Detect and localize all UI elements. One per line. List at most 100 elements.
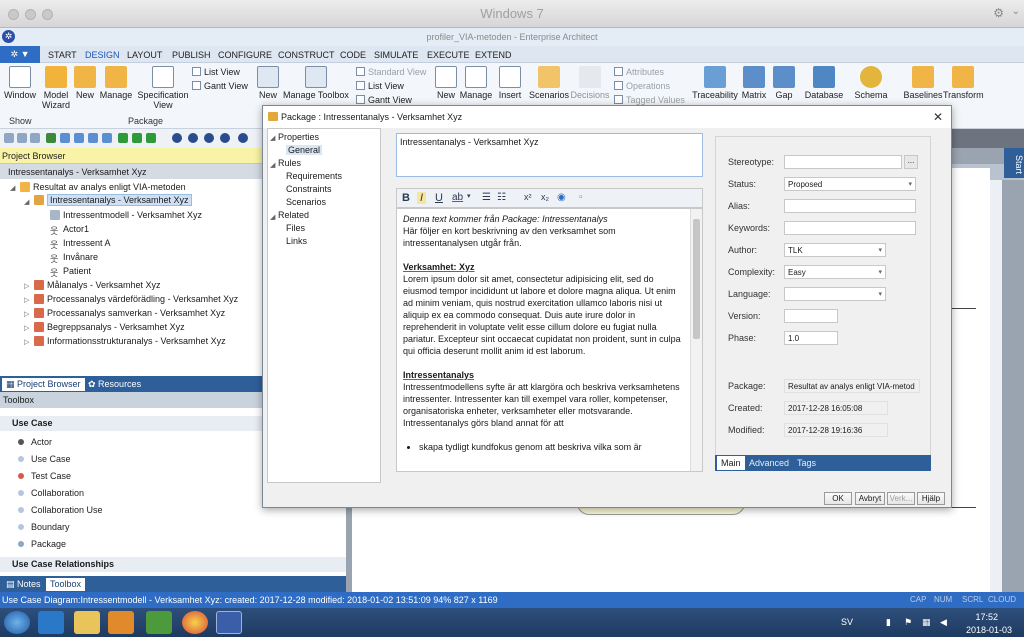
database-button[interactable]: Database xyxy=(804,66,844,100)
tab-publish[interactable]: PUBLISH xyxy=(172,50,211,60)
tab-configure[interactable]: CONFIGURE xyxy=(218,50,272,60)
tree-item-begreppsanalys[interactable]: Begreppsanalys - Verksamhet Xyz xyxy=(34,322,185,332)
network-icon[interactable]: ▦ xyxy=(922,617,931,628)
superscript-button[interactable]: x² xyxy=(524,192,532,202)
clock-date[interactable]: 2018-01-03 xyxy=(966,625,1012,635)
gantt-view-button[interactable]: Gantt View xyxy=(192,81,248,91)
tb-icon-5[interactable] xyxy=(60,133,70,143)
standard-view-button[interactable]: Standard View xyxy=(356,67,426,77)
chrome-icon[interactable] xyxy=(182,611,208,634)
diagram-gantt-view-button[interactable]: Gantt View xyxy=(356,95,412,105)
app-menu-button[interactable]: ✲ ▼ xyxy=(0,46,40,63)
decisions-button[interactable]: Decisions xyxy=(569,66,611,100)
tree-item-actor1[interactable]: 웃 Actor1 xyxy=(50,224,89,236)
manage-element-button[interactable]: Manage xyxy=(458,66,494,100)
collapse-icon[interactable]: ▷ xyxy=(24,282,29,290)
keywords-field[interactable] xyxy=(784,221,916,235)
tab-notes[interactable]: ▤ Notes xyxy=(2,578,45,591)
scenarios-button[interactable]: Scenarios xyxy=(529,66,569,100)
arrow-up-icon[interactable] xyxy=(146,133,156,143)
explorer-icon[interactable] xyxy=(74,611,100,634)
tagged-values-button[interactable]: Tagged Values xyxy=(614,95,685,105)
document-icon[interactable]: ▫ xyxy=(579,192,583,203)
diagram-list-view-button[interactable]: List View xyxy=(356,81,404,91)
start-orb-icon[interactable] xyxy=(4,611,30,634)
text-color-button[interactable]: ab xyxy=(452,192,463,203)
complexity-select[interactable]: Easy ▾ xyxy=(784,265,886,279)
new-diagram-button[interactable]: New xyxy=(256,66,280,100)
attributes-button[interactable]: Attributes xyxy=(614,67,664,77)
nav-properties[interactable]: Properties xyxy=(278,132,319,142)
collapse-icon[interactable]: ▷ xyxy=(24,324,29,332)
apply-button[interactable]: Verk... xyxy=(887,492,915,505)
bullet-list-button[interactable]: ☰ xyxy=(482,192,491,203)
toolbox-item-collaboration[interactable]: Collaboration xyxy=(18,488,84,498)
tb-icon-3[interactable] xyxy=(30,133,40,143)
gear-icon[interactable]: ⚙ xyxy=(993,6,1004,20)
tree-item-resultat[interactable]: Resultat av analys enligt VIA-metoden xyxy=(20,182,186,192)
collapse-icon[interactable]: ▷ xyxy=(24,338,29,346)
zoom-fit-icon[interactable] xyxy=(204,133,214,143)
tb-icon-2[interactable] xyxy=(17,133,27,143)
close-icon[interactable]: ✕ xyxy=(933,110,943,124)
window-button[interactable]: Window xyxy=(3,66,37,100)
tab-design[interactable]: DESIGN xyxy=(85,50,120,60)
language-indicator[interactable]: SV xyxy=(841,617,853,627)
new-element-button[interactable]: New xyxy=(434,66,458,100)
arrow-left-icon[interactable] xyxy=(118,133,128,143)
gap-button[interactable]: Gap xyxy=(771,66,797,100)
tab-toolbox[interactable]: Toolbox xyxy=(46,578,86,591)
hyperlink-icon[interactable]: ◉ xyxy=(557,192,566,203)
expand-icon[interactable]: ◢ xyxy=(270,161,275,169)
zoom-100-icon[interactable] xyxy=(220,133,230,143)
toolbox-item-collaboration-use[interactable]: Collaboration Use xyxy=(18,505,103,515)
nav-requirements[interactable]: Requirements xyxy=(286,171,342,181)
list-view-button[interactable]: List View xyxy=(192,67,240,77)
manage-package-button[interactable]: Manage xyxy=(99,66,133,100)
schema-button[interactable]: Schema xyxy=(853,66,889,100)
matrix-button[interactable]: Matrix xyxy=(739,66,769,100)
app-icon-green[interactable] xyxy=(146,611,172,634)
collapse-icon[interactable]: ▷ xyxy=(24,296,29,304)
toolbox-item-package[interactable]: Package xyxy=(18,539,66,549)
new-package-button[interactable]: New xyxy=(73,66,97,100)
expand-icon[interactable]: ◢ xyxy=(270,134,275,142)
tab-resources[interactable]: ✿ Resources xyxy=(84,378,145,391)
phase-field[interactable]: 1.0 xyxy=(784,331,838,345)
author-select[interactable]: TLK ▾ xyxy=(784,243,886,257)
help-button[interactable]: Hjälp xyxy=(917,492,945,505)
chevron-down-icon[interactable]: ▾ xyxy=(467,192,471,200)
tree-item-processanalys-vardeforadling[interactable]: Processanalys värdeförädling - Verksamhe… xyxy=(34,294,238,304)
tb-icon-7[interactable] xyxy=(88,133,98,143)
tree-item-intressent-a[interactable]: 웃 Intressent A xyxy=(50,238,111,250)
nav-related[interactable]: Related xyxy=(278,210,309,220)
operations-button[interactable]: Operations xyxy=(614,81,670,91)
media-player-icon[interactable] xyxy=(108,611,134,634)
tab-code[interactable]: CODE xyxy=(340,50,366,60)
expand-icon[interactable]: ◢ xyxy=(10,184,15,192)
transform-button[interactable]: Transform xyxy=(943,66,984,100)
baselines-button[interactable]: Baselines xyxy=(903,66,943,100)
flag-icon[interactable]: ⚑ xyxy=(904,617,912,628)
clock-time[interactable]: 17:52 xyxy=(975,612,998,622)
model-wizard-button[interactable]: Model Wizard xyxy=(40,66,72,110)
status-select[interactable]: Proposed ▾ xyxy=(784,177,916,191)
ok-button[interactable]: OK xyxy=(824,492,852,505)
notes-editor[interactable]: Denna text kommer från Package: Intresse… xyxy=(396,208,703,472)
search-icon[interactable] xyxy=(238,133,248,143)
toolbox-item-test-case[interactable]: Test Case xyxy=(18,471,71,481)
nav-constraints[interactable]: Constraints xyxy=(286,184,332,194)
tab-start[interactable]: START xyxy=(48,50,77,60)
specification-view-button[interactable]: Specification View xyxy=(136,66,190,110)
nav-files[interactable]: Files xyxy=(286,223,305,233)
tab-main[interactable]: Main xyxy=(717,456,745,470)
stereotype-field[interactable] xyxy=(784,155,902,169)
diagram-boundary-shape[interactable] xyxy=(950,308,976,508)
insert-button[interactable]: Insert xyxy=(496,66,524,100)
toolbox-section-relationships[interactable]: Use Case Relationships xyxy=(0,557,346,572)
tree-item-patient[interactable]: 웃 Patient xyxy=(50,266,91,278)
tab-tags[interactable]: Tags xyxy=(797,458,816,468)
tb-icon-4[interactable] xyxy=(46,133,56,143)
tab-advanced[interactable]: Advanced xyxy=(749,458,789,468)
tree-item-invanare[interactable]: 웃 Invånare xyxy=(50,252,98,264)
